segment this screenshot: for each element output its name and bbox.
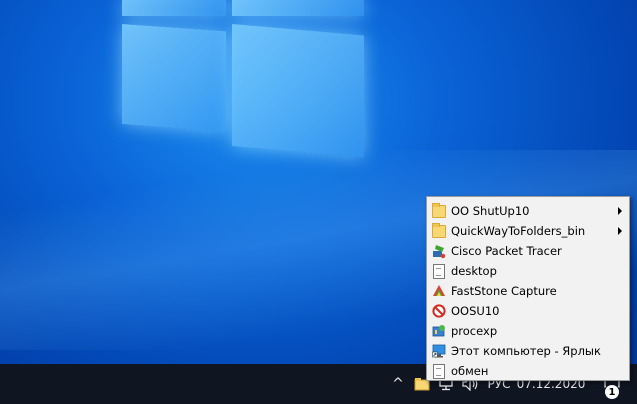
submenu-arrow-icon	[618, 207, 622, 215]
menu-item-oosu10[interactable]: OOSU10	[427, 301, 629, 321]
menu-item-label: OO ShutUp10	[451, 204, 530, 218]
menu-item-label: desktop	[451, 264, 497, 278]
document-icon	[432, 263, 446, 279]
menu-item-label: обмен	[451, 364, 489, 378]
this-pc-shortcut-icon	[432, 344, 446, 359]
menu-item-label: QuickWayToFolders_bin	[451, 224, 586, 238]
folder-icon	[432, 222, 446, 239]
procexp-icon	[432, 324, 446, 339]
show-hidden-icons-button[interactable]: ^	[388, 364, 408, 404]
menu-item-this-pc-shortcut[interactable]: Этот компьютер - Ярлык	[427, 341, 629, 361]
submenu-arrow-icon	[618, 227, 622, 235]
menu-item-quickwaytofolders-bin[interactable]: QuickWayToFolders_bin	[427, 221, 629, 241]
menu-item-cisco-packet-tracer[interactable]: Cisco Packet Tracer	[427, 241, 629, 261]
menu-item-label: procexp	[451, 324, 498, 338]
wallpaper-window-pane	[232, 24, 364, 158]
wallpaper-window-pane	[232, 0, 364, 16]
menu-item-desktop[interactable]: desktop	[427, 261, 629, 281]
wallpaper-window-pane	[122, 0, 226, 16]
tray-folder-context-menu: OO ShutUp10 QuickWayToFolders_bin Cisco …	[426, 196, 630, 381]
menu-item-label: Этот компьютер - Ярлык	[451, 344, 601, 358]
menu-item-obmen[interactable]: обмен	[427, 361, 629, 381]
chevron-up-icon: ^	[392, 376, 404, 392]
faststone-icon	[432, 284, 446, 299]
notification-badge: 1	[604, 384, 620, 400]
oosu10-icon	[432, 304, 446, 319]
menu-item-oo-shutup10[interactable]: OO ShutUp10	[427, 201, 629, 221]
wallpaper-window-pane	[122, 24, 226, 132]
menu-item-procexp[interactable]: procexp	[427, 321, 629, 341]
menu-item-faststone-capture[interactable]: FastStone Capture	[427, 281, 629, 301]
document-icon	[432, 363, 446, 379]
folder-icon	[432, 202, 446, 219]
menu-item-label: FastStone Capture	[451, 284, 557, 298]
menu-item-label: Cisco Packet Tracer	[451, 244, 562, 258]
packet-tracer-icon	[432, 244, 446, 259]
menu-item-label: OOSU10	[451, 304, 500, 318]
